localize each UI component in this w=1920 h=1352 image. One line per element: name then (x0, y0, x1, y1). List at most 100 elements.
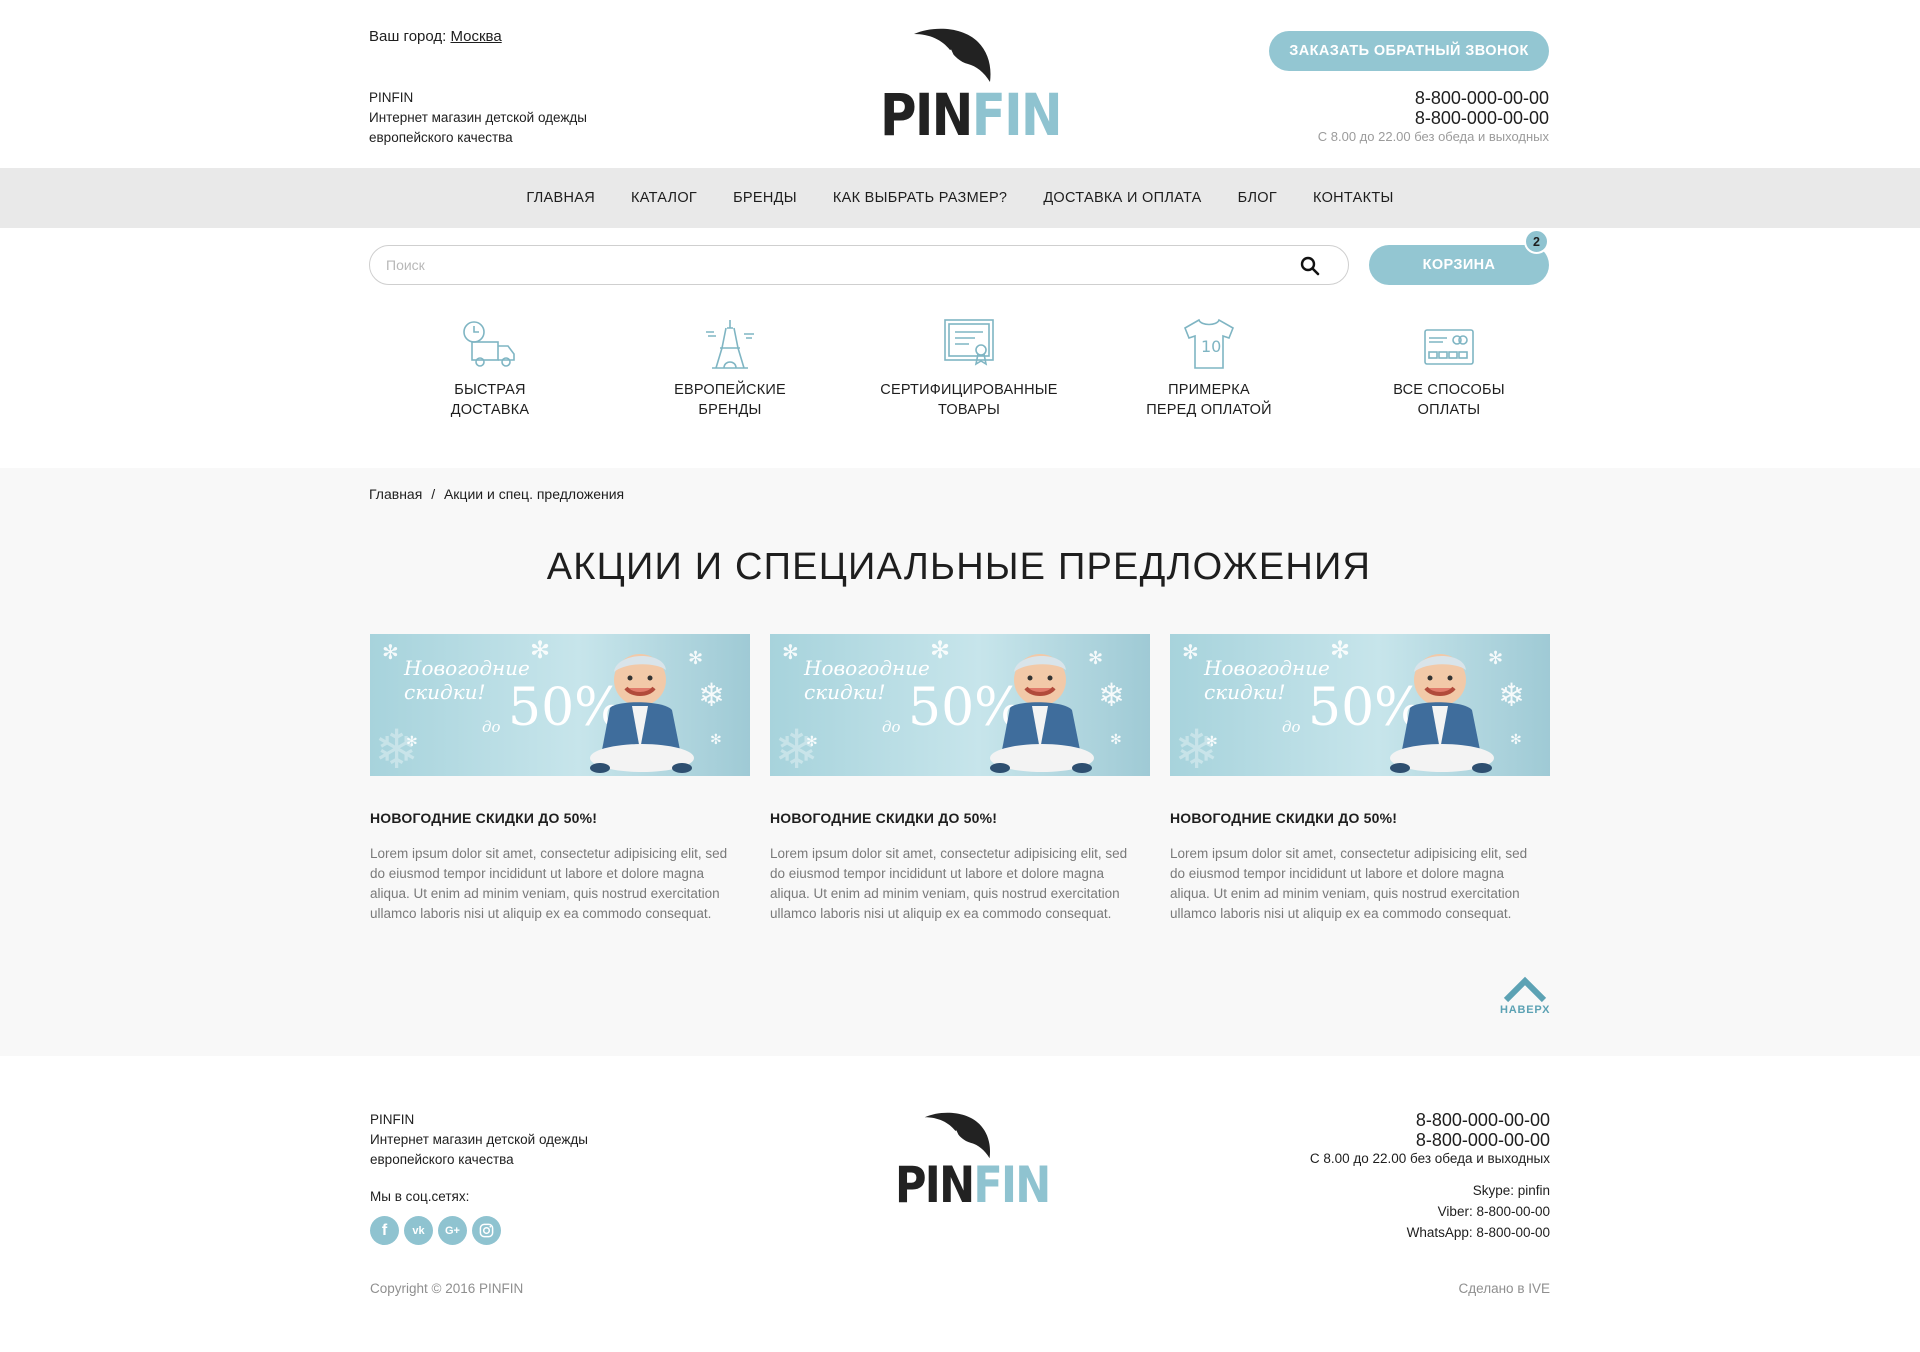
feature-label-line1: СЕРТИФИЦИРОВАННЫЕ (880, 382, 1058, 398)
snowflake-icon: ✻ (1110, 732, 1122, 748)
promo-title[interactable]: НОВОГОДНИЕ СКИДКИ ДО 50%! (770, 810, 1150, 826)
site-logo[interactable]: PINFIN (880, 28, 1063, 147)
eiffel-tower-icon (706, 320, 754, 369)
feature-label-line1: ПРИМЕРКА (1168, 382, 1250, 398)
vk-icon[interactable]: vk (404, 1216, 433, 1245)
banner-upto: до (882, 718, 901, 736)
breadcrumb: Главная / Акции и спец. предложения (369, 486, 624, 502)
city-selector: Ваш город: Москва (369, 28, 502, 45)
snowflake-icon: ✻ (382, 640, 399, 664)
promo-card[interactable]: ✻ ❄ ✻ ✻ ❄ ✻ ✻ Новогодние скидки! до 50% Н… (370, 634, 750, 924)
feature-fast-delivery: БЫСТРАЯ ДОСТАВКА (380, 318, 600, 420)
copyright: Copyright © 2016 PINFIN (370, 1281, 524, 1296)
developer-credit[interactable]: Сделано в IVE (1459, 1281, 1550, 1296)
nav-item-brands[interactable]: БРЕНДЫ (715, 190, 815, 206)
logo-wordmark: PINFIN (880, 81, 1063, 149)
breadcrumb-separator: / (431, 486, 436, 502)
svg-text:10: 10 (1201, 337, 1221, 356)
site-header: Ваш город: Москва PINFIN Интернет магази… (0, 0, 1920, 168)
feature-try-before-pay: 10 ПРИМЕРКА ПЕРЕД ОПЛАТОЙ (1099, 318, 1319, 420)
footer-about: PINFIN Интернет магазин детской одежды е… (370, 1110, 588, 1170)
feature-label-line1: ЕВРОПЕЙСКИЕ (674, 382, 786, 398)
search-icon[interactable] (1300, 256, 1320, 276)
snowflake-icon: ✻ (1182, 640, 1199, 664)
scroll-to-top-button[interactable]: НАВЕРХ (1500, 974, 1550, 1016)
promo-banner[interactable]: ✻ ❄ ✻ ✻ ❄ ✻ ✻ Новогодние скидки! до 50% (1170, 634, 1550, 776)
certificate-icon (944, 319, 994, 366)
promo-text: Lorem ipsum dolor sit amet, consectetur … (370, 846, 728, 921)
instagram-glyph (479, 1223, 494, 1238)
footer-brand: PINFIN (370, 1112, 415, 1127)
header-tagline-2: европейского качества (369, 130, 513, 145)
social-label: Мы в соц.сетях: (370, 1189, 470, 1204)
feature-payment-methods: ВСЕ СПОСОБЫ ОПЛАТЫ (1339, 318, 1559, 420)
footer-skype: Skype: pinfin (1472, 1183, 1550, 1198)
nav-item-size-guide[interactable]: КАК ВЫБРАТЬ РАЗМЕР? (815, 190, 1025, 206)
instagram-icon[interactable] (472, 1216, 501, 1245)
feature-label-line2: БРЕНДЫ (698, 402, 762, 418)
header-contacts: 8-800-000-00-00 8-800-000-00-00 С 8.00 д… (1318, 88, 1549, 146)
site-footer: PINFIN Интернет магазин детской одежды е… (0, 1056, 1920, 1352)
feature-label-line2: ОПЛАТЫ (1417, 402, 1481, 418)
callback-button[interactable]: ЗАКАЗАТЬ ОБРАТНЫЙ ЗВОНОК (1269, 31, 1549, 71)
footer-tagline-2: европейского качества (370, 1152, 514, 1167)
social-links: f vk G+ (370, 1216, 501, 1245)
search-input[interactable] (370, 246, 1270, 284)
search-bar (369, 245, 1349, 285)
baby-photo (590, 654, 694, 773)
penguin-fin-icon (924, 1112, 991, 1159)
main-nav: ГЛАВНАЯ КАТАЛОГ БРЕНДЫ КАК ВЫБРАТЬ РАЗМЕ… (0, 168, 1920, 228)
feature-label-line1: ВСЕ СПОСОБЫ (1393, 382, 1505, 398)
footer-viber: Viber: 8-800-00-00 (1437, 1204, 1550, 1219)
breadcrumb-home[interactable]: Главная (369, 486, 422, 502)
city-label: Ваш город: (369, 28, 447, 45)
facebook-icon[interactable]: f (370, 1216, 399, 1245)
header-brand: PINFIN (369, 90, 414, 105)
city-link[interactable]: Москва (450, 28, 501, 45)
snowflake-icon: ✻ (1510, 732, 1522, 748)
promo-title[interactable]: НОВОГОДНИЕ СКИДКИ ДО 50%! (1170, 810, 1550, 826)
baby-photo (990, 654, 1094, 773)
header-phone-1[interactable]: 8-800-000-00-00 (1318, 88, 1549, 108)
header-hours: С 8.00 до 22.00 без обеда и выходных (1317, 129, 1549, 144)
delivery-truck-icon (463, 321, 515, 367)
page-title: АКЦИИ И СПЕЦИАЛЬНЫЕ ПРЕДЛОЖЕНИЯ (546, 546, 1372, 588)
footer-phone-1[interactable]: 8-800-000-00-00 (1310, 1110, 1550, 1130)
promo-card[interactable]: ✻ ❄ ✻ ✻ ❄ ✻ ✻ Новогодние скидки! до 50% Н… (1170, 634, 1550, 924)
chevron-up-icon (1503, 976, 1547, 1003)
snowflake-icon: ✻ (530, 636, 551, 664)
features-strip: БЫСТРАЯ ДОСТАВКА ЕВРОПЕЙСКИЕ БРЕНДЫ СЕРТИФ… (369, 318, 1549, 428)
footer-logo[interactable]: PINFIN (895, 1112, 1051, 1212)
nav-item-catalog[interactable]: КАТАЛОГ (613, 190, 715, 206)
tshirt-icon: 10 (1183, 318, 1235, 369)
promo-banner[interactable]: ✻ ❄ ✻ ✻ ❄ ✻ ✻ Новогодние скидки! до 50% (370, 634, 750, 776)
main-content: Главная / Акции и спец. предложения АКЦИ… (0, 468, 1920, 1056)
google-plus-icon[interactable]: G+ (438, 1216, 467, 1245)
snowflake-icon: ✻ (406, 734, 418, 750)
snowflake-icon: ✻ (806, 734, 818, 750)
snowflake-icon: ✻ (710, 732, 722, 748)
scroll-to-top-label: НАВЕРХ (1500, 1004, 1551, 1016)
nav-item-delivery[interactable]: ДОСТАВКА И ОПЛАТА (1025, 190, 1219, 206)
footer-tagline-1: Интернет магазин детской одежды (370, 1132, 588, 1147)
feature-european-brands: ЕВРОПЕЙСКИЕ БРЕНДЫ (620, 318, 840, 420)
feature-label-line2: ДОСТАВКА (450, 402, 530, 418)
feature-label-line2: ТОВАРЫ (937, 402, 1001, 418)
feature-label-line1: БЫСТРАЯ (454, 382, 526, 398)
nav-item-contacts[interactable]: КОНТАКТЫ (1295, 190, 1412, 206)
cart-button[interactable]: КОРЗИНА (1369, 245, 1549, 285)
banner-upto: до (1282, 718, 1301, 736)
snowflake-icon: ✻ (782, 640, 799, 664)
credit-card-icon (1424, 329, 1474, 365)
promo-banner[interactable]: ✻ ❄ ✻ ✻ ❄ ✻ ✻ Новогодние скидки! до 50% (770, 634, 1150, 776)
feature-label-line2: ПЕРЕД ОПЛАТОЙ (1146, 402, 1272, 418)
promo-title[interactable]: НОВОГОДНИЕ СКИДКИ ДО 50%! (370, 810, 750, 826)
footer-logo-wordmark: PINFIN (895, 1156, 1051, 1214)
header-phone-2[interactable]: 8-800-000-00-00 (1318, 108, 1549, 128)
banner-upto: до (482, 718, 501, 736)
nav-item-home[interactable]: ГЛАВНАЯ (508, 190, 613, 206)
header-about: PINFIN Интернет магазин детской одежды е… (369, 88, 587, 148)
footer-phone-2[interactable]: 8-800-000-00-00 (1310, 1130, 1550, 1150)
promo-card[interactable]: ✻ ❄ ✻ ✻ ❄ ✻ ✻ Новогодние скидки! до 50% Н… (770, 634, 1150, 924)
nav-item-blog[interactable]: БЛОГ (1220, 190, 1295, 206)
